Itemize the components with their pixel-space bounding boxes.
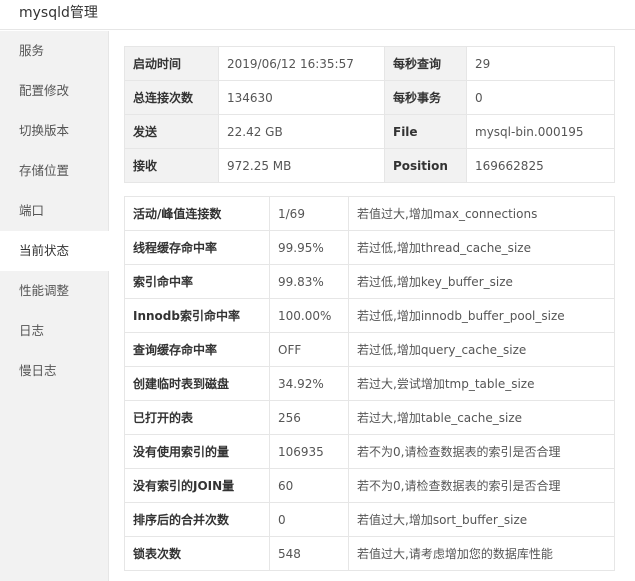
metric-tip: 若不为0,请检查数据表的索引是否合理 — [348, 434, 615, 469]
table-row: 总连接次数 134630 每秒事务 0 — [124, 80, 615, 115]
info-value: mysql-bin.000195 — [466, 114, 615, 149]
sidebar-item-slow-log[interactable]: 慢日志 — [0, 351, 108, 391]
status-panel: 启动时间 2019/06/12 16:35:57 每秒查询 29 总连接次数 1… — [124, 46, 615, 571]
metric-name: 锁表次数 — [124, 536, 270, 571]
sidebar-item-current-status[interactable]: 当前状态 — [0, 231, 109, 271]
metric-name: 排序后的合并次数 — [124, 502, 270, 537]
metric-name: 没有索引的JOIN量 — [124, 468, 270, 503]
table-row: 启动时间 2019/06/12 16:35:57 每秒查询 29 — [124, 46, 615, 81]
server-info-table: 启动时间 2019/06/12 16:35:57 每秒查询 29 总连接次数 1… — [124, 46, 615, 183]
info-value: 22.42 GB — [218, 114, 385, 149]
metric-tip: 若不为0,请检查数据表的索引是否合理 — [348, 468, 615, 503]
info-value: 169662825 — [466, 148, 615, 183]
metric-tip: 若过大,增加table_cache_size — [348, 400, 615, 435]
status-metrics-table: 活动/峰值连接数 1/69 若值过大,增加max_connections 线程缓… — [124, 196, 615, 571]
metric-value: OFF — [269, 332, 349, 367]
info-key: 接收 — [124, 148, 219, 183]
metric-tip: 若过低,增加thread_cache_size — [348, 230, 615, 265]
table-row: 接收 972.25 MB Position 169662825 — [124, 148, 615, 183]
table-row: 索引命中率 99.83% 若过低,增加key_buffer_size — [124, 264, 615, 299]
metric-value: 34.92% — [269, 366, 349, 401]
sidebar-item-log[interactable]: 日志 — [0, 311, 108, 351]
info-key: 每秒查询 — [384, 46, 467, 81]
sidebar-item-performance[interactable]: 性能调整 — [0, 271, 108, 311]
metric-value: 99.95% — [269, 230, 349, 265]
table-row: 没有使用索引的量 106935 若不为0,请检查数据表的索引是否合理 — [124, 434, 615, 469]
table-row: 查询缓存命中率 OFF 若过低,增加query_cache_size — [124, 332, 615, 367]
table-row: 已打开的表 256 若过大,增加table_cache_size — [124, 400, 615, 435]
metric-tip: 若过低,增加innodb_buffer_pool_size — [348, 298, 615, 333]
table-row: 创建临时表到磁盘 34.92% 若过大,尝试增加tmp_table_size — [124, 366, 615, 401]
metric-tip: 若值过大,请考虑增加您的数据库性能 — [348, 536, 615, 571]
metric-name: 索引命中率 — [124, 264, 270, 299]
metric-tip: 若值过大,增加max_connections — [348, 196, 615, 231]
metric-name: 没有使用索引的量 — [124, 434, 270, 469]
metric-value: 99.83% — [269, 264, 349, 299]
metric-name: 活动/峰值连接数 — [124, 196, 270, 231]
metric-name: 创建临时表到磁盘 — [124, 366, 270, 401]
info-key: Position — [384, 148, 467, 183]
info-key: File — [384, 114, 467, 149]
metric-name: 线程缓存命中率 — [124, 230, 270, 265]
info-value: 0 — [466, 80, 615, 115]
sidebar-item-config[interactable]: 配置修改 — [0, 71, 108, 111]
table-row: 排序后的合并次数 0 若值过大,增加sort_buffer_size — [124, 502, 615, 537]
metric-tip: 若过低,增加query_cache_size — [348, 332, 615, 367]
table-row: 发送 22.42 GB File mysql-bin.000195 — [124, 114, 615, 149]
table-row: 没有索引的JOIN量 60 若不为0,请检查数据表的索引是否合理 — [124, 468, 615, 503]
metric-name: 已打开的表 — [124, 400, 270, 435]
metric-value: 100.00% — [269, 298, 349, 333]
window-title: mysqld管理 — [19, 5, 98, 21]
metric-value: 1/69 — [269, 196, 349, 231]
sidebar-item-port[interactable]: 端口 — [0, 191, 108, 231]
info-key: 每秒事务 — [384, 80, 467, 115]
table-row: 活动/峰值连接数 1/69 若值过大,增加max_connections — [124, 196, 615, 231]
metric-value: 256 — [269, 400, 349, 435]
info-key: 启动时间 — [124, 46, 219, 81]
info-key: 总连接次数 — [124, 80, 219, 115]
metric-tip: 若值过大,增加sort_buffer_size — [348, 502, 615, 537]
metric-value: 548 — [269, 536, 349, 571]
info-value: 972.25 MB — [218, 148, 385, 183]
metric-tip: 若过大,尝试增加tmp_table_size — [348, 366, 615, 401]
sidebar-item-service[interactable]: 服务 — [0, 31, 108, 71]
info-value: 29 — [466, 46, 615, 81]
metric-value: 0 — [269, 502, 349, 537]
sidebar-nav: 服务 配置修改 切换版本 存储位置 端口 当前状态 性能调整 日志 慢日志 — [0, 31, 109, 581]
window-titlebar: mysqld管理 — [0, 0, 635, 30]
metric-tip: 若过低,增加key_buffer_size — [348, 264, 615, 299]
info-value: 2019/06/12 16:35:57 — [218, 46, 385, 81]
info-key: 发送 — [124, 114, 219, 149]
metric-value: 106935 — [269, 434, 349, 469]
metric-value: 60 — [269, 468, 349, 503]
sidebar-item-switch-version[interactable]: 切换版本 — [0, 111, 108, 151]
info-value: 134630 — [218, 80, 385, 115]
table-row: 锁表次数 548 若值过大,请考虑增加您的数据库性能 — [124, 536, 615, 571]
table-row: 线程缓存命中率 99.95% 若过低,增加thread_cache_size — [124, 230, 615, 265]
table-row: Innodb索引命中率 100.00% 若过低,增加innodb_buffer_… — [124, 298, 615, 333]
sidebar-item-storage-location[interactable]: 存储位置 — [0, 151, 108, 191]
metric-name: 查询缓存命中率 — [124, 332, 270, 367]
metric-name: Innodb索引命中率 — [124, 298, 270, 333]
